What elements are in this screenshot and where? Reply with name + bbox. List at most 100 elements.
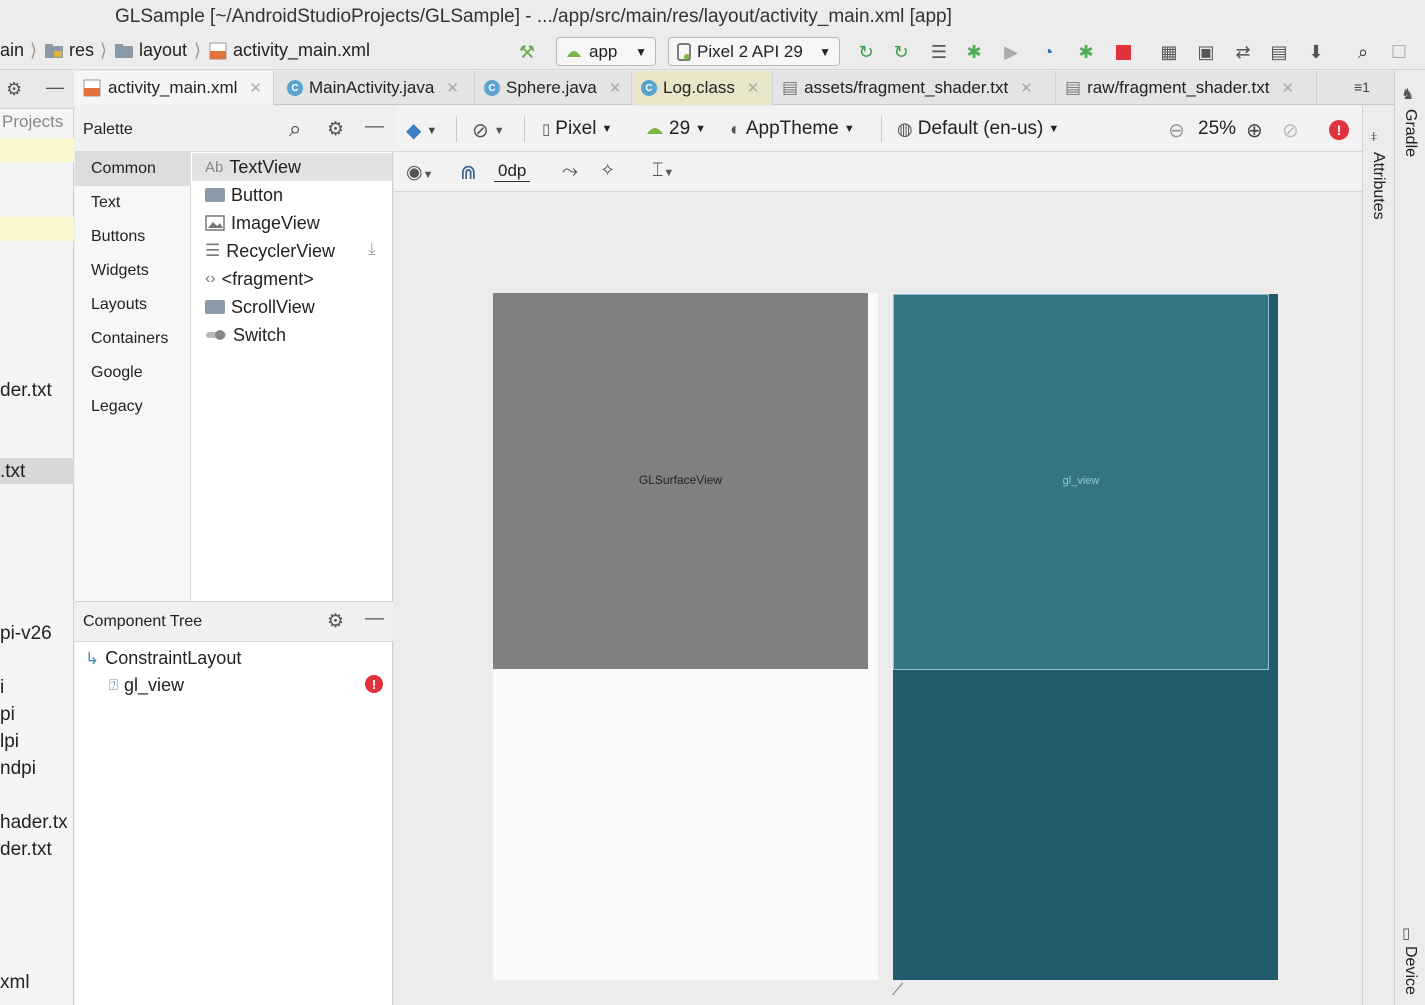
tab-activity-main[interactable]: activity_main.xml ✕ (74, 71, 274, 105)
run-config-select[interactable]: app ▼ (556, 37, 656, 66)
palette-category-layouts[interactable]: Layouts (75, 288, 191, 322)
default-margin-button[interactable]: 0dp (494, 161, 531, 182)
widget-button[interactable]: Button (205, 181, 283, 209)
palette-category-containers[interactable]: Containers (75, 322, 191, 356)
locale-select[interactable]: ◍ Default (en-us) ▼ (897, 118, 1059, 140)
sync-gradle-icon[interactable]: ⇄ (1232, 41, 1254, 63)
widget-textview[interactable]: Ab TextView (192, 153, 392, 181)
project-tree-item[interactable]: lpi (0, 731, 19, 753)
widget-switch[interactable]: Switch (205, 321, 286, 349)
close-icon[interactable]: ✕ (609, 79, 622, 97)
project-tree-item[interactable]: ndpi (0, 758, 36, 780)
error-icon[interactable]: ! (365, 675, 383, 693)
zoom-in-icon[interactable]: ⊕ (1246, 118, 1263, 143)
magnet-icon[interactable]: ⋒ (460, 160, 477, 185)
clear-constraints-icon[interactable]: ⤳ (562, 160, 578, 183)
project-tree-item[interactable]: der.txt (0, 380, 52, 402)
close-icon[interactable]: ✕ (1020, 79, 1033, 97)
gear-icon[interactable]: ⚙ (6, 79, 22, 100)
glsurfaceview-preview[interactable]: GLSurfaceView (493, 293, 868, 669)
tab-assets-fragment-shader[interactable]: ▤ assets/fragment_shader.txt ✕ (774, 71, 1056, 105)
project-tree-item[interactable]: pi (0, 704, 15, 726)
theme-select[interactable]: ◐ AppTheme ▼ (730, 118, 855, 140)
gradle-tab[interactable]: Gradle (1401, 109, 1419, 157)
blueprint-label: gl_view (1062, 475, 1100, 487)
tab-sphere[interactable]: C Sphere.java ✕ (476, 71, 632, 105)
project-tree-item[interactable]: xml (0, 972, 30, 994)
tree-node-gl-view[interactable]: ⍰ gl_view (109, 675, 184, 696)
caret-down-icon: ▼ (819, 44, 831, 59)
design-surface-select[interactable]: ◆ ▼ (406, 118, 437, 143)
eye-icon[interactable]: ◉▼ (406, 161, 433, 184)
attributes-tab[interactable]: Attributes (1369, 152, 1387, 220)
minimize-icon[interactable]: — (365, 608, 384, 630)
hammer-build-icon[interactable]: ⚒ (516, 41, 538, 63)
tab-overflow-button[interactable]: ≡1 (1354, 79, 1370, 95)
minimize-icon[interactable]: — (365, 116, 384, 138)
palette-category-text[interactable]: Text (75, 186, 191, 220)
stop-icon[interactable] (1112, 41, 1134, 63)
widget-imageview[interactable]: ImageView (205, 209, 320, 237)
chevron-right-icon: ⟩ (194, 40, 202, 60)
breadcrumb-file[interactable]: activity_main.xml (208, 40, 370, 61)
zoom-fit-icon[interactable]: ⊘ (1282, 118, 1299, 143)
coverage-icon[interactable]: ▶ (1000, 41, 1022, 63)
close-icon[interactable]: ✕ (1281, 79, 1294, 97)
rerun-icon[interactable]: ↻ (855, 41, 877, 63)
debug-bug-icon[interactable]: ✱ (963, 41, 985, 63)
tab-log-class[interactable]: C Log.class ✕ (633, 71, 773, 105)
orientation-select[interactable]: ⊘ ▼ (472, 118, 505, 143)
close-icon[interactable]: ✕ (249, 79, 262, 97)
search-icon[interactable]: ⌕ (1352, 41, 1374, 63)
breadcrumb-main[interactable]: ain (0, 40, 24, 61)
palette-category-widgets[interactable]: Widgets (75, 254, 191, 288)
projects-label[interactable]: Projects (2, 112, 63, 132)
resize-handle-icon[interactable]: ⟋ (892, 982, 903, 1000)
close-icon[interactable]: ✕ (446, 79, 459, 97)
tab-mainactivity[interactable]: C MainActivity.java ✕ (279, 71, 475, 105)
project-tree-item[interactable]: .txt (0, 461, 25, 483)
avd-manager-icon[interactable]: ▣ (1195, 41, 1217, 63)
device-manager-icon[interactable]: ▤ (1268, 41, 1290, 63)
close-icon[interactable]: ✕ (747, 79, 760, 97)
breadcrumb-res[interactable]: res (44, 40, 94, 61)
project-structure-icon[interactable]: ▦ (1158, 41, 1180, 63)
apply-changes-icon[interactable]: ↻ (890, 41, 912, 63)
sdk-manager-icon[interactable]: ⬇ (1305, 41, 1327, 63)
download-icon[interactable]: ⤓ (368, 239, 376, 259)
project-tree-item[interactable]: hader.tx (0, 812, 68, 834)
palette-category-google[interactable]: Google (75, 356, 191, 390)
palette-category-buttons[interactable]: Buttons (75, 220, 191, 254)
blueprint-gl-view[interactable]: gl_view (893, 294, 1269, 670)
guidelines-icon[interactable]: ⌶▼ (652, 160, 674, 182)
widget-recyclerview[interactable]: ☰ RecyclerView (205, 237, 335, 265)
apply-code-changes-icon[interactable]: ☰ (928, 41, 950, 63)
device-select[interactable]: Pixel 2 API 29 ▼ (668, 37, 840, 66)
api-level-select[interactable]: 29 ▼ (646, 118, 706, 140)
device-tab[interactable]: Device (1401, 946, 1419, 995)
tree-node-constraintlayout[interactable]: ↳ ConstraintLayout (85, 648, 241, 669)
breadcrumb-layout[interactable]: layout (114, 40, 187, 61)
project-tree-item[interactable]: der.txt (0, 839, 52, 861)
palette-category-common[interactable]: Common (75, 152, 191, 186)
project-tree-item[interactable]: i (0, 677, 4, 699)
widget-fragment[interactable]: ‹› <fragment> (205, 265, 314, 293)
widget-scrollview[interactable]: ScrollView (205, 293, 315, 321)
account-icon[interactable]: ☐ (1388, 41, 1410, 63)
attach-debugger-icon[interactable]: ✱ (1075, 41, 1097, 63)
device-preview-select[interactable]: ▯ Pixel ▼ (542, 118, 612, 140)
gear-icon[interactable]: ⚙ (327, 610, 344, 633)
infer-constraints-icon[interactable]: ✧ (600, 160, 615, 181)
zoom-out-icon[interactable]: ⊖ (1168, 118, 1185, 143)
palette-category-list: Common Text Buttons Widgets Layouts Container… (75, 152, 191, 601)
palette-category-legacy[interactable]: Legacy (75, 390, 191, 424)
profile-icon[interactable]: ◔ (1037, 41, 1059, 63)
project-tree-item[interactable]: pi-v26 (0, 623, 52, 645)
minimize-icon[interactable]: — (46, 77, 64, 98)
title-bar: GLSample [~/AndroidStudioProjects/GLSamp… (0, 0, 1425, 34)
gear-icon[interactable]: ⚙ (327, 118, 344, 141)
search-icon[interactable]: ⌕ (289, 116, 301, 142)
tab-raw-fragment-shader[interactable]: ▤ raw/fragment_shader.txt ✕ (1057, 71, 1317, 105)
class-icon: C (287, 80, 303, 96)
error-icon[interactable]: ! (1329, 120, 1349, 140)
